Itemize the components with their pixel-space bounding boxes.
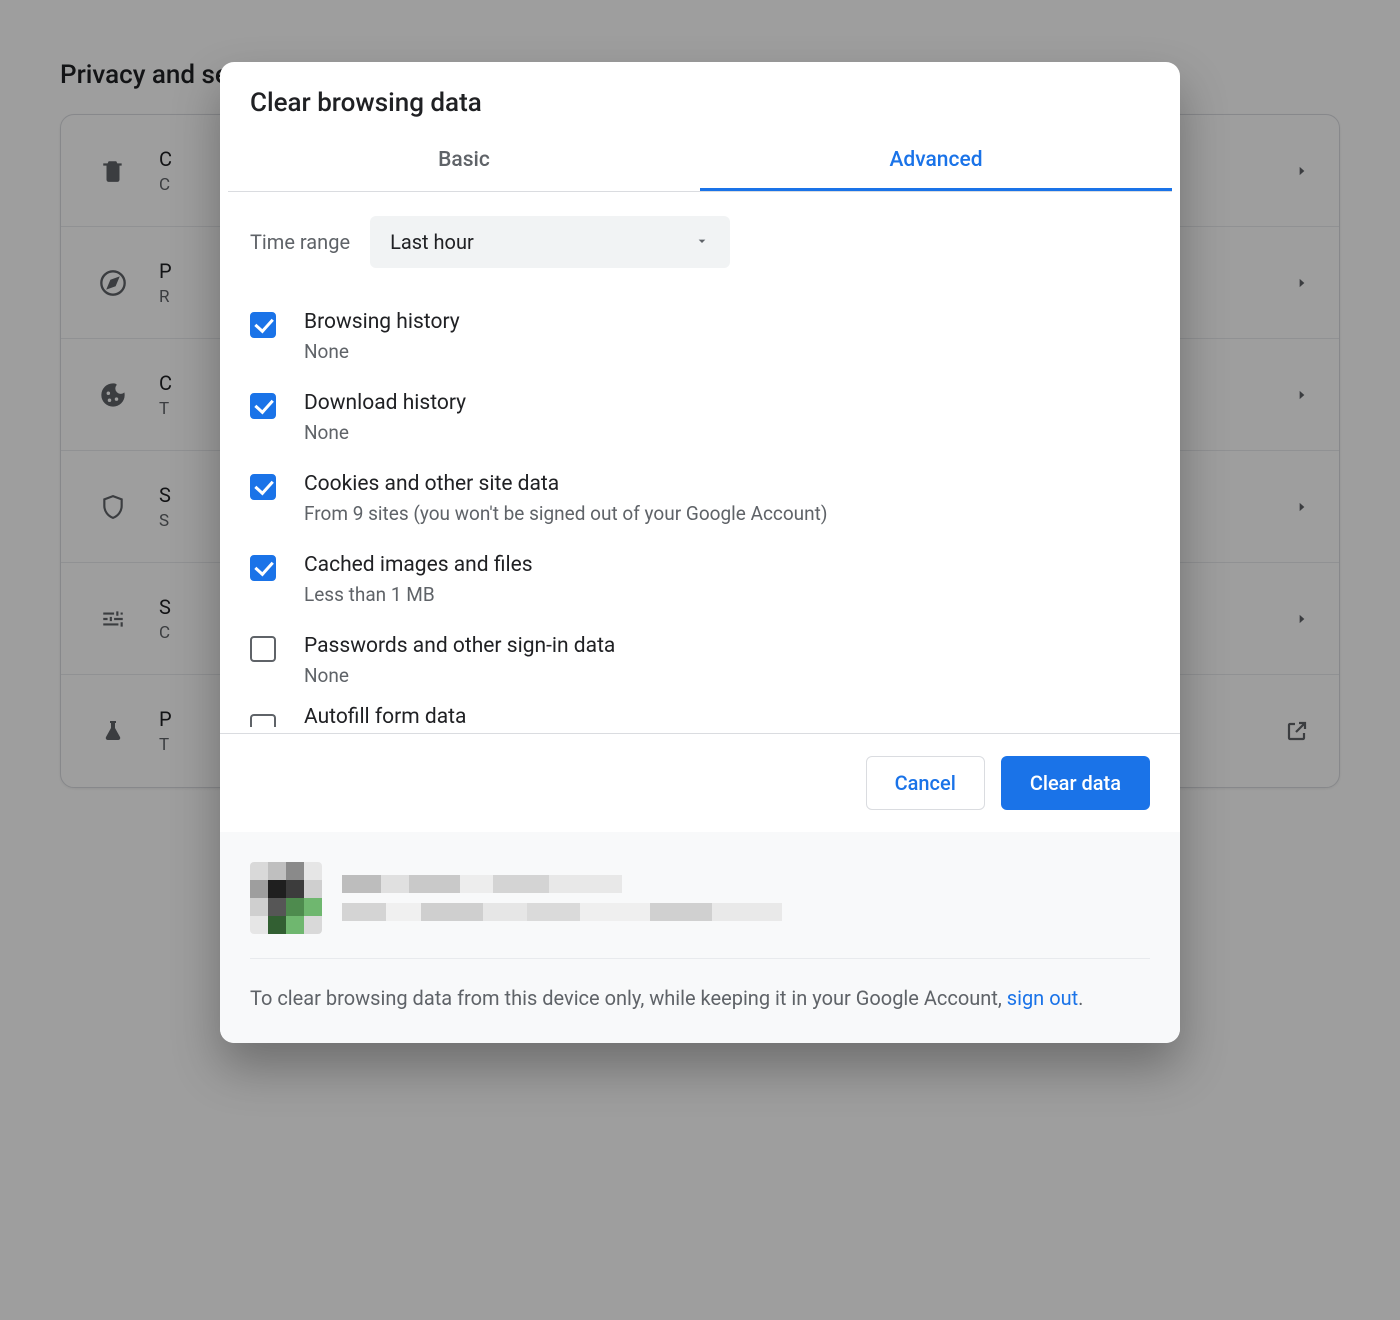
checkbox[interactable] (250, 312, 276, 338)
option-sub: Less than 1 MB (304, 583, 533, 606)
clear-browsing-data-dialog: Clear browsing data Basic Advanced Time … (220, 62, 1180, 1043)
option-sub: None (304, 421, 466, 444)
time-range-row: Time range Last hour (250, 216, 1150, 268)
checkbox[interactable] (250, 555, 276, 581)
option-sub: None (304, 664, 615, 687)
footer-note: To clear browsing data from this device … (250, 959, 1150, 1013)
profile-text (342, 875, 782, 921)
time-range-value: Last hour (390, 230, 474, 254)
option-title: Passwords and other sign-in data (304, 634, 615, 658)
clear-data-button[interactable]: Clear data (1001, 756, 1150, 810)
checkbox[interactable] (250, 474, 276, 500)
option-title: Cached images and files (304, 553, 533, 577)
checkbox[interactable] (250, 636, 276, 662)
option-title: Cookies and other site data (304, 472, 827, 496)
dialog-footer: To clear browsing data from this device … (220, 832, 1180, 1043)
dialog-actions: Cancel Clear data (220, 733, 1180, 832)
sign-out-link[interactable]: sign out (1007, 986, 1078, 1010)
option-title: Autofill form data (304, 705, 466, 729)
option-cached-images: Cached images and files Less than 1 MB (250, 539, 1150, 620)
dialog-body: Time range Last hour Browsing history No… (220, 192, 1180, 733)
tab-basic[interactable]: Basic (228, 130, 700, 191)
avatar (250, 862, 322, 934)
cancel-button[interactable]: Cancel (866, 756, 985, 810)
time-range-select[interactable]: Last hour (370, 216, 730, 268)
tab-advanced[interactable]: Advanced (700, 130, 1172, 191)
dialog-title: Clear browsing data (220, 62, 1180, 130)
option-cookies: Cookies and other site data From 9 sites… (250, 458, 1150, 539)
profile-row (250, 852, 1150, 959)
dialog-tabs: Basic Advanced (228, 130, 1172, 192)
footer-note-end: . (1078, 986, 1083, 1010)
option-passwords: Passwords and other sign-in data None (250, 620, 1150, 701)
option-sub: From 9 sites (you won't be signed out of… (304, 502, 827, 525)
checkbox[interactable] (250, 393, 276, 419)
checkbox[interactable] (250, 714, 276, 727)
time-range-label: Time range (250, 230, 350, 254)
option-title: Download history (304, 391, 466, 415)
option-sub: None (304, 340, 460, 363)
option-autofill: Autofill form data (250, 701, 1150, 733)
option-download-history: Download history None (250, 377, 1150, 458)
caret-down-icon (694, 230, 710, 254)
option-browsing-history: Browsing history None (250, 296, 1150, 377)
footer-note-text: To clear browsing data from this device … (250, 986, 1007, 1010)
option-title: Browsing history (304, 310, 460, 334)
